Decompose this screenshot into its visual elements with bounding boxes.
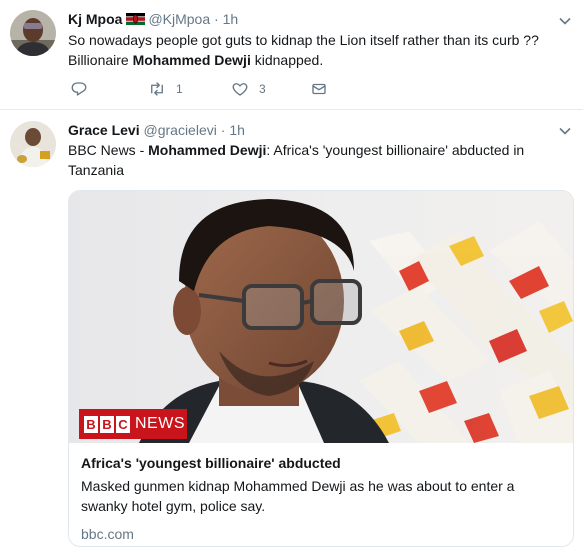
- user-handle[interactable]: @KjMpoa: [148, 11, 210, 27]
- user-handle[interactable]: @gracielevi: [144, 122, 217, 138]
- avatar[interactable]: [10, 121, 56, 167]
- tweet-text-line: Tanzania: [68, 162, 125, 178]
- retweet-button[interactable]: 1: [148, 80, 183, 98]
- kenya-flag-icon: [126, 12, 146, 25]
- bbc-logo-letter: C: [116, 415, 130, 433]
- like-button[interactable]: 3: [231, 80, 266, 98]
- display-name[interactable]: Kj Mpoa: [68, 11, 122, 27]
- tweet-text-line: BBC News - Mohammed Dewji: Africa's 'you…: [68, 142, 525, 158]
- retweet-count: 1: [176, 82, 183, 96]
- bbc-logo-word: NEWS: [135, 415, 185, 432]
- heart-icon: [232, 83, 248, 96]
- bbc-logo-letter: B: [84, 415, 98, 433]
- card-body[interactable]: Africa's 'youngest billionaire' abducted…: [81, 453, 565, 544]
- tweet-text-line: Billionaire Mohammed Dewji kidnapped.: [68, 52, 324, 68]
- card-image[interactable]: B B C NEWS: [69, 191, 573, 443]
- highlighted-keyword: Mohammed Dewji: [148, 142, 267, 158]
- like-count: 3: [259, 82, 266, 96]
- direct-message-button[interactable]: [310, 80, 328, 98]
- reply-button[interactable]: [70, 80, 88, 98]
- avatar[interactable]: [10, 10, 56, 56]
- link-card[interactable]: B B C NEWS Africa's 'youngest billionair…: [68, 190, 574, 547]
- timestamp[interactable]: 1h: [229, 122, 245, 138]
- envelope-icon: [312, 83, 326, 95]
- display-name[interactable]: Grace Levi: [68, 122, 140, 138]
- tweet-grace-levi[interactable]: Grace Levi @gracielevi · 1h BBC News - M…: [0, 110, 583, 547]
- card-description: Masked gunmen kidnap Mohammed Dewji as h…: [81, 478, 515, 514]
- tweet-text: BBC News - Mohammed Dewji: Africa's 'you…: [68, 140, 568, 180]
- bbc-news-logo: B B C NEWS: [79, 409, 187, 439]
- card-title[interactable]: Africa's 'youngest billionaire' abducted: [81, 453, 565, 473]
- tweet-header: Kj Mpoa @KjMpoa · 1h: [68, 11, 238, 27]
- bbc-logo-letter: B: [100, 415, 114, 433]
- tweet-text-line: So nowadays people got guts to kidnap th…: [68, 32, 539, 48]
- retweet-icon: [151, 82, 163, 96]
- tweet-text: So nowadays people got guts to kidnap th…: [68, 30, 568, 70]
- tweet-actions: 1 3: [68, 80, 368, 102]
- card-domain[interactable]: bbc.com: [81, 524, 565, 544]
- highlighted-keyword: Mohammed Dewji: [132, 52, 251, 68]
- tweet-kj-mpoa[interactable]: Kj Mpoa @KjMpoa · 1h So nowadays people g…: [0, 0, 583, 110]
- chevron-down-icon[interactable]: [559, 127, 571, 135]
- separator: ·: [214, 11, 219, 27]
- separator: ·: [220, 122, 226, 138]
- tweet-header: Grace Levi @gracielevi · 1h: [68, 122, 245, 138]
- timestamp[interactable]: 1h: [223, 11, 239, 27]
- chevron-down-icon[interactable]: [559, 17, 571, 25]
- reply-icon: [71, 82, 87, 96]
